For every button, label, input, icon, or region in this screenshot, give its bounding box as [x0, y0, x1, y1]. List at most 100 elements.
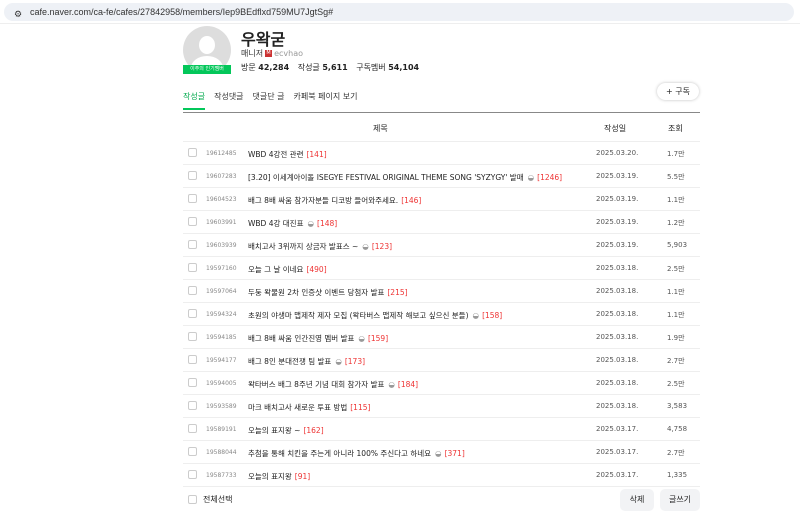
- post-title-link[interactable]: 마크 배치고사 새로운 투표 방법 [115]: [248, 402, 370, 413]
- post-title-link[interactable]: 오늘의 표지왕 ~ [162]: [248, 425, 324, 436]
- post-title-link[interactable]: WBD 4강 대진표 ◒ [148]: [248, 218, 337, 229]
- row-checkbox[interactable]: [188, 378, 197, 387]
- row-checkbox[interactable]: [188, 309, 197, 318]
- row-checkbox[interactable]: [188, 171, 197, 180]
- post-title-link[interactable]: 두둥 왁물원 2차 인증샷 이벤트 당첨자 발표 [215]: [248, 287, 408, 298]
- post-title-link[interactable]: 오늘 그 날 이네요 [490]: [248, 264, 327, 275]
- post-title[interactable]: [3.20] 이세계아이돌 ISEGYE FESTIVAL ORIGINAL T…: [248, 173, 524, 182]
- post-number: 19588044: [206, 449, 237, 456]
- post-title[interactable]: 배치고사 3위까지 상금자 발표스 ~: [248, 242, 358, 251]
- comment-count[interactable]: [490]: [306, 265, 326, 274]
- row-checkbox[interactable]: [188, 332, 197, 341]
- post-title[interactable]: WBD 4강 대진표: [248, 219, 303, 228]
- post-views: 2.7만: [667, 449, 685, 457]
- user-id: ecvhao: [274, 49, 304, 58]
- comment-count[interactable]: [91]: [295, 472, 310, 481]
- comment-count[interactable]: [162]: [303, 426, 323, 435]
- comment-count[interactable]: [215]: [387, 288, 407, 297]
- post-title-link[interactable]: 초원의 야생마 맵제작 제자 모집 (왁타버스 맵제작 해보고 싶으신 분들) ◒…: [248, 310, 502, 321]
- post-title-link[interactable]: 배치고사 3위까지 상금자 발표스 ~ ◒ [123]: [248, 241, 392, 252]
- post-title[interactable]: 추첨을 통해 치킨을 주는게 아니라 100% 주신다고 하네요: [248, 449, 431, 458]
- comment-count[interactable]: [1246]: [537, 173, 562, 182]
- comment-count[interactable]: [173]: [345, 357, 365, 366]
- post-title[interactable]: 오늘의 표지왕: [248, 472, 292, 481]
- row-checkbox[interactable]: [188, 194, 197, 203]
- image-attachment-icon: ◒: [472, 311, 480, 320]
- tab-cafebook[interactable]: 카페북 페이지 보기: [294, 91, 358, 110]
- post-title[interactable]: WBD 4강전 관련: [248, 150, 303, 159]
- post-title[interactable]: 마크 배치고사 새로운 투표 방법: [248, 403, 347, 412]
- post-title-link[interactable]: WBD 4강전 관련 [141]: [248, 149, 327, 160]
- comment-count[interactable]: [159]: [368, 334, 388, 343]
- row-checkbox[interactable]: [188, 217, 197, 226]
- post-number: 19603939: [206, 242, 237, 249]
- post-title[interactable]: 왁타버스 배그 8주년 기념 대회 참가자 발표: [248, 380, 384, 389]
- url-field[interactable]: ⚙ cafe.naver.com/ca-fe/cafes/27842958/me…: [4, 3, 794, 21]
- delete-button[interactable]: 삭제: [620, 489, 654, 511]
- member-stats: 방문 42,284 작성글 5,611 구독멤버 54,104: [241, 62, 425, 73]
- post-title[interactable]: 오늘의 표지왕 ~: [248, 426, 300, 435]
- post-title[interactable]: 초원의 야생마 맵제작 제자 모집 (왁타버스 맵제작 해보고 싶으신 분들): [248, 311, 469, 320]
- row-checkbox[interactable]: [188, 447, 197, 456]
- post-date: 2025.03.18.: [596, 379, 639, 387]
- post-title[interactable]: 두둥 왁물원 2차 인증샷 이벤트 당첨자 발표: [248, 288, 384, 297]
- post-views: 2.5만: [667, 380, 685, 388]
- post-views: 1,335: [667, 471, 688, 479]
- post-date: 2025.03.19.: [596, 218, 639, 226]
- post-title-link[interactable]: 배그 8배 싸움 참가자분들 디코방 들어와주세요. [146]: [248, 195, 421, 206]
- post-title[interactable]: 오늘 그 날 이네요: [248, 265, 303, 274]
- comment-count[interactable]: [115]: [350, 403, 370, 412]
- post-views: 1.2만: [667, 219, 685, 227]
- post-date: 2025.03.19.: [596, 195, 639, 203]
- post-title-link[interactable]: 추첨을 통해 치킨을 주는게 아니라 100% 주신다고 하네요 ◒ [371]: [248, 448, 465, 459]
- tab-posts[interactable]: 작성글: [183, 91, 206, 110]
- post-title[interactable]: 배그 8배 싸움 인간진영 멤버 발표: [248, 334, 354, 343]
- popular-member-badge: 이주의 인기멤버: [183, 65, 231, 74]
- row-checkbox[interactable]: [188, 401, 197, 410]
- row-checkbox[interactable]: [188, 263, 197, 272]
- select-all-label[interactable]: 전체선택: [203, 494, 232, 505]
- post-views: 3,583: [667, 402, 688, 410]
- post-date: 2025.03.18.: [596, 356, 639, 364]
- image-attachment-icon: ◒: [527, 173, 535, 182]
- write-button[interactable]: 글쓰기: [660, 489, 700, 511]
- row-checkbox[interactable]: [188, 470, 197, 479]
- post-title[interactable]: 배그 8인 분대전쟁 팀 발표: [248, 357, 331, 366]
- post-date: 2025.03.17.: [596, 471, 639, 479]
- post-date: 2025.03.17.: [596, 425, 639, 433]
- post-title-link[interactable]: [3.20] 이세계아이돌 ISEGYE FESTIVAL ORIGINAL T…: [248, 172, 562, 183]
- image-attachment-icon: ◒: [335, 357, 342, 366]
- post-title[interactable]: 배그 8배 싸움 참가자분들 디코방 들어와주세요.: [248, 196, 398, 205]
- comment-count[interactable]: [123]: [372, 242, 392, 251]
- row-checkbox[interactable]: [188, 286, 197, 295]
- post-number: 19607283: [206, 173, 237, 180]
- site-settings-icon[interactable]: ⚙: [14, 10, 22, 20]
- row-checkbox[interactable]: [188, 424, 197, 433]
- table-row: 19587733 오늘의 표지왕 [91] 2025.03.17. 1,335: [183, 464, 700, 487]
- post-title-link[interactable]: 배그 8배 싸움 인간진영 멤버 발표 ◒ [159]: [248, 333, 388, 344]
- post-number: 19597160: [206, 265, 237, 272]
- image-attachment-icon: ◒: [388, 380, 395, 389]
- comment-count[interactable]: [158]: [482, 311, 502, 320]
- comment-count[interactable]: [184]: [398, 380, 418, 389]
- comment-count[interactable]: [148]: [317, 219, 337, 228]
- comment-count[interactable]: [141]: [306, 150, 326, 159]
- member-role: 매니저 Mecvhao: [241, 48, 303, 59]
- row-checkbox[interactable]: [188, 148, 197, 157]
- post-views: 2.5만: [667, 265, 685, 273]
- post-title-link[interactable]: 왁타버스 배그 8주년 기념 대회 참가자 발표 ◒ [184]: [248, 379, 418, 390]
- post-title-link[interactable]: 배그 8인 분대전쟁 팀 발표 ◒ [173]: [248, 356, 365, 367]
- post-title-link[interactable]: 오늘의 표지왕 [91]: [248, 471, 310, 482]
- image-attachment-icon: ◒: [435, 449, 442, 458]
- url-text[interactable]: cafe.naver.com/ca-fe/cafes/27842958/memb…: [30, 7, 333, 17]
- select-all-checkbox[interactable]: [188, 495, 197, 504]
- row-checkbox[interactable]: [188, 355, 197, 364]
- row-checkbox[interactable]: [188, 240, 197, 249]
- comment-count[interactable]: [146]: [401, 196, 421, 205]
- subscribe-button[interactable]: + 구독: [657, 83, 699, 100]
- image-attachment-icon: ◒: [362, 242, 369, 251]
- comment-count[interactable]: [371]: [445, 449, 465, 458]
- table-row: 19594177 배그 8인 분대전쟁 팀 발표 ◒ [173] 2025.03.1…: [183, 349, 700, 372]
- tab-comments[interactable]: 작성댓글: [214, 91, 243, 110]
- tab-commented-posts[interactable]: 댓글단 글: [253, 91, 285, 110]
